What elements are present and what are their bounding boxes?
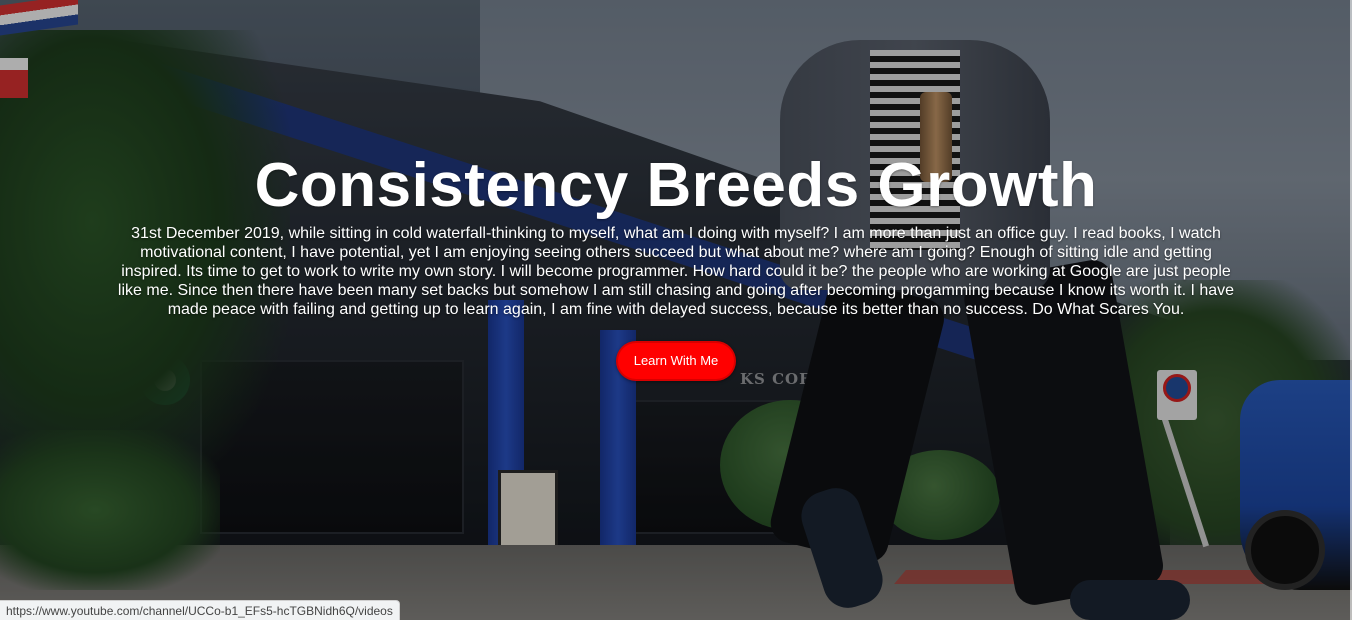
hero-content: Consistency Breeds Growth 31st December … [0, 150, 1352, 381]
page-title: Consistency Breeds Growth [254, 151, 1098, 220]
hero-section: KS COFFEE Consistency Breeds Growth 31st… [0, 0, 1352, 620]
learn-with-me-button[interactable]: Learn With Me [615, 341, 737, 381]
browser-status-url: https://www.youtube.com/channel/UCCo-b1_… [0, 600, 400, 620]
story-paragraph: 31st December 2019, while sitting in col… [117, 225, 1235, 318]
